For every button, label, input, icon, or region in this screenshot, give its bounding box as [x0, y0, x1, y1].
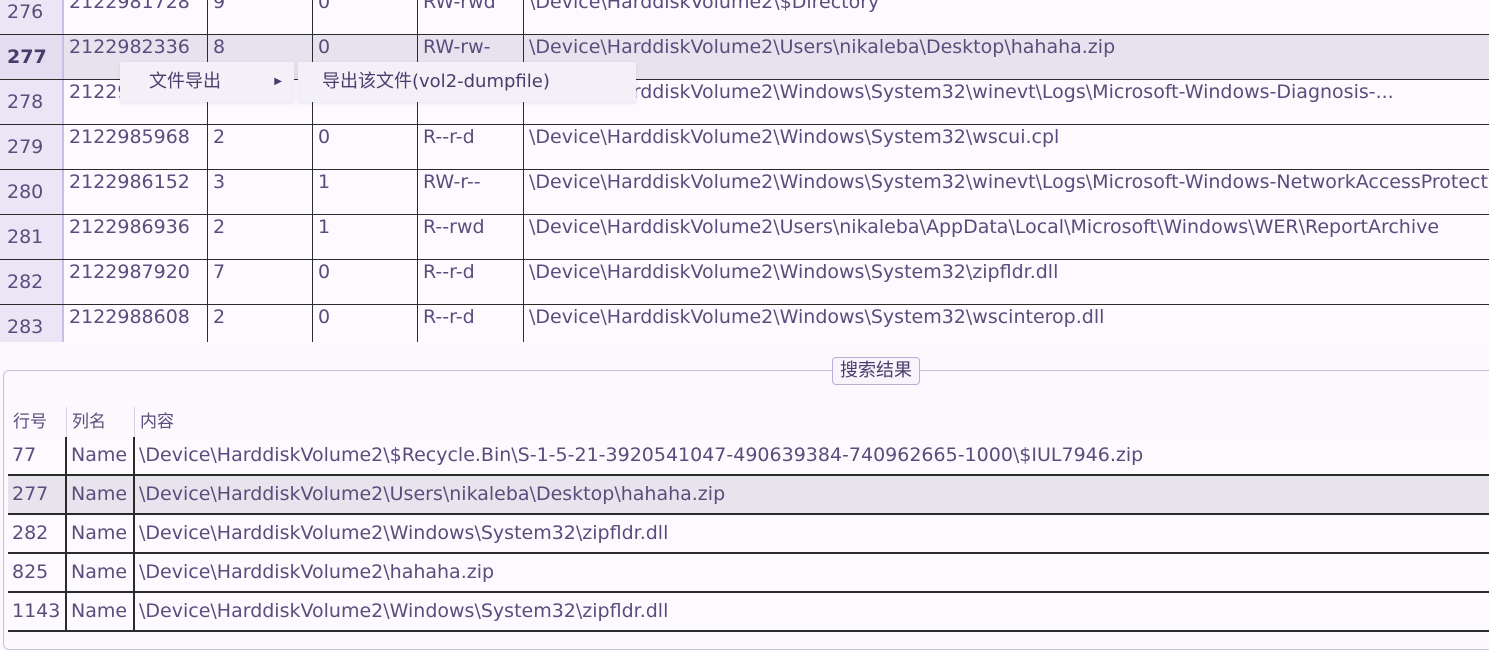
- name-cell[interactable]: \Device\HarddiskVolume2\Users\nikaleba\A…: [524, 215, 1489, 259]
- result-content[interactable]: \Device\HarddiskVolume2\Windows\System32…: [135, 593, 1489, 630]
- name-cell[interactable]: \Device\HarddiskVolume2\Windows\System32…: [524, 305, 1489, 342]
- hnd-cell[interactable]: 1: [313, 215, 418, 259]
- hnd-cell[interactable]: 0: [313, 260, 418, 304]
- access-cell[interactable]: R--r-d: [418, 260, 524, 304]
- offset-cell[interactable]: 2122986936: [64, 215, 208, 259]
- row-header[interactable]: 278: [0, 80, 64, 124]
- table-row[interactable]: 283 2122988608 2 0 R--r-d \Device\Harddi…: [0, 305, 1489, 342]
- ptr-cell[interactable]: 2: [208, 125, 313, 169]
- result-row-number[interactable]: 77: [8, 437, 67, 474]
- offset-cell[interactable]: 2122985968: [64, 125, 208, 169]
- access-cell[interactable]: R--rwd: [418, 215, 524, 259]
- file-scan-table: 276 2122981728 9 0 RW-rwd \Device\Harddi…: [0, 0, 1489, 342]
- header-content[interactable]: 内容: [135, 407, 1489, 437]
- table-row[interactable]: 276 2122981728 9 0 RW-rwd \Device\Harddi…: [0, 0, 1489, 35]
- result-row-number[interactable]: 277: [8, 476, 67, 513]
- ptr-cell[interactable]: 7: [208, 260, 313, 304]
- name-cell[interactable]: \Device\HarddiskVolume2\$Directory: [524, 0, 1489, 34]
- access-cell[interactable]: R--r-d: [418, 305, 524, 342]
- result-content[interactable]: \Device\HarddiskVolume2\Users\nikaleba\D…: [135, 476, 1489, 513]
- name-cell[interactable]: \Device\HarddiskVolume2\Windows\System32…: [524, 125, 1489, 169]
- list-item[interactable]: 277 Name \Device\HarddiskVolume2\Users\n…: [8, 476, 1489, 515]
- hnd-cell[interactable]: 0: [313, 125, 418, 169]
- menu-item-file-export[interactable]: 文件导出 ▶: [120, 62, 294, 102]
- row-header[interactable]: 280: [0, 170, 64, 214]
- ptr-cell[interactable]: 2: [208, 305, 313, 342]
- result-content[interactable]: \Device\HarddiskVolume2\hahaha.zip: [135, 554, 1489, 591]
- hnd-cell[interactable]: 0: [313, 305, 418, 342]
- search-results-header: 行号 列名 内容: [8, 407, 1489, 437]
- list-item[interactable]: 825 Name \Device\HarddiskVolume2\hahaha.…: [8, 554, 1489, 593]
- name-cell[interactable]: \Device\HarddiskVolume2\Users\nikaleba\D…: [524, 35, 1489, 79]
- result-column-name[interactable]: Name: [67, 593, 135, 630]
- name-cell[interactable]: \Device\HarddiskVolume2\Windows\System32…: [524, 260, 1489, 304]
- list-item[interactable]: 282 Name \Device\HarddiskVolume2\Windows…: [8, 515, 1489, 554]
- row-header[interactable]: 279: [0, 125, 64, 169]
- header-row-number[interactable]: 行号: [8, 407, 67, 437]
- offset-cell[interactable]: 2122981728: [64, 0, 208, 34]
- result-row-number[interactable]: 825: [8, 554, 67, 591]
- hnd-cell[interactable]: 0: [313, 0, 418, 34]
- hnd-cell[interactable]: 1: [313, 170, 418, 214]
- result-content[interactable]: \Device\HarddiskVolume2\Windows\System32…: [135, 515, 1489, 552]
- menu-item-label: 文件导出: [149, 71, 221, 92]
- result-column-name[interactable]: Name: [67, 437, 135, 474]
- result-column-name[interactable]: Name: [67, 554, 135, 591]
- header-column-name[interactable]: 列名: [67, 407, 135, 437]
- name-cell[interactable]: \Device\HarddiskVolume2\Windows\System32…: [524, 80, 1489, 124]
- row-header[interactable]: 277: [0, 35, 64, 79]
- list-item[interactable]: 77 Name \Device\HarddiskVolume2\$Recycle…: [8, 437, 1489, 476]
- result-column-name[interactable]: Name: [67, 476, 135, 513]
- row-header[interactable]: 282: [0, 260, 64, 304]
- access-cell[interactable]: RW-rwd: [418, 0, 524, 34]
- context-menu: 文件导出 ▶ 导出该文件(vol2-dumpfile): [120, 62, 636, 102]
- ptr-cell[interactable]: 9: [208, 0, 313, 34]
- list-item[interactable]: 1143 Name \Device\HarddiskVolume2\Window…: [8, 593, 1489, 632]
- menu-item-dump-file[interactable]: 导出该文件(vol2-dumpfile): [298, 62, 636, 102]
- table-row[interactable]: 280 2122986152 3 1 RW-r-- \Device\Harddi…: [0, 170, 1489, 215]
- access-cell[interactable]: R--r-d: [418, 125, 524, 169]
- table-row[interactable]: 279 2122985968 2 0 R--r-d \Device\Harddi…: [0, 125, 1489, 170]
- result-column-name[interactable]: Name: [67, 515, 135, 552]
- ptr-cell[interactable]: 2: [208, 215, 313, 259]
- search-results-title: 搜索结果: [832, 357, 920, 385]
- offset-cell[interactable]: 2122987920: [64, 260, 208, 304]
- name-cell[interactable]: \Device\HarddiskVolume2\Windows\System32…: [524, 170, 1489, 214]
- offset-cell[interactable]: 2122986152: [64, 170, 208, 214]
- table-row[interactable]: 282 2122987920 7 0 R--r-d \Device\Harddi…: [0, 260, 1489, 305]
- result-row-number[interactable]: 1143: [8, 593, 67, 630]
- row-header[interactable]: 276: [0, 0, 64, 34]
- offset-cell[interactable]: 2122988608: [64, 305, 208, 342]
- result-row-number[interactable]: 282: [8, 515, 67, 552]
- row-header[interactable]: 281: [0, 215, 64, 259]
- access-cell[interactable]: RW-r--: [418, 170, 524, 214]
- result-content[interactable]: \Device\HarddiskVolume2\$Recycle.Bin\S-1…: [135, 437, 1489, 474]
- row-header[interactable]: 283: [0, 305, 64, 342]
- ptr-cell[interactable]: 3: [208, 170, 313, 214]
- submenu-arrow-icon: ▶: [274, 76, 282, 87]
- table-row[interactable]: 281 2122986936 2 1 R--rwd \Device\Harddi…: [0, 215, 1489, 260]
